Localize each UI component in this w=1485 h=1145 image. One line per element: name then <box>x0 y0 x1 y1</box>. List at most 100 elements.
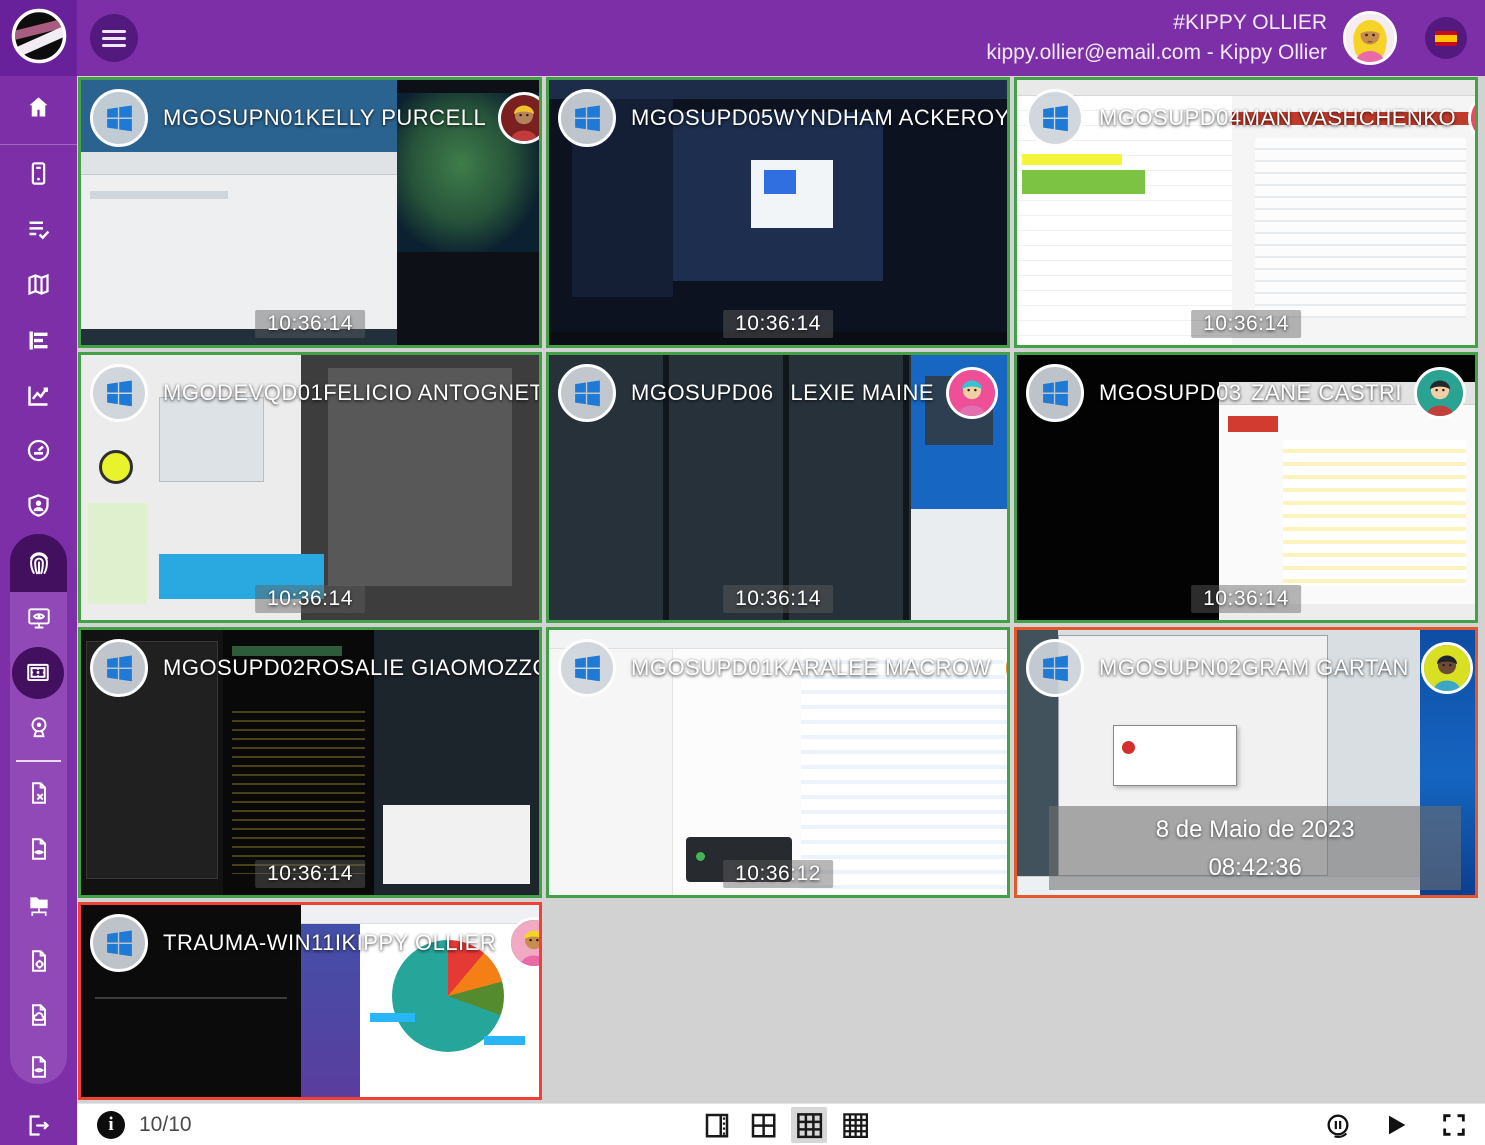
screens-grid: MGOSUPN01 KELLY PURCELL 10:36:14 MGOSUPD… <box>77 76 1485 1103</box>
language-flag-spain-icon <box>1435 31 1457 46</box>
user-name: MAN VASHCHENKO <box>1242 105 1456 131</box>
info-button[interactable]: i <box>97 1111 125 1139</box>
hamburger-menu-icon <box>102 26 126 51</box>
timestamp: 10:36:14 <box>723 310 833 338</box>
account-info: #KIPPY OLLIER kippy.ollier@email.com - K… <box>986 8 1327 69</box>
sidebar-item-hierarchy[interactable] <box>16 318 61 363</box>
app-logo-icon <box>11 8 67 69</box>
screen-tile[interactable]: MGOSUPN01 KELLY PURCELL 10:36:14 <box>78 77 542 348</box>
machine-name: MGOSUPD02 <box>163 655 306 681</box>
machine-name: MGOSUPD06 <box>631 380 774 406</box>
screens-mosaic-icon <box>25 660 51 686</box>
screen-tile[interactable]: MGOSUPD03 ZANE CASTRI 10:36:14 <box>1014 352 1478 623</box>
sidebar-item-file-settings[interactable] <box>16 938 61 983</box>
sidebar-item-security[interactable] <box>16 483 61 528</box>
sidebar-item-devices[interactable] <box>16 151 61 196</box>
tile-header: MGOSUPN01 KELLY PURCELL <box>90 88 530 148</box>
screenshot-art <box>911 509 1007 620</box>
user-avatar <box>1414 367 1466 419</box>
layout-main-plus-list-button[interactable] <box>699 1107 735 1143</box>
logout-icon <box>25 1112 52 1139</box>
play-icon <box>1382 1111 1410 1139</box>
layout-main-plus-list-icon <box>702 1110 732 1140</box>
timestamp: 10:36:14 <box>255 860 365 888</box>
user-name: KARALEE MACROW <box>774 655 991 681</box>
layout-4x4-icon <box>840 1110 870 1140</box>
screen-tile[interactable]: MGOSUPD02 ROSALIE GIAOMOZZO 10:36:14 <box>78 627 542 898</box>
screenshot-art <box>81 152 397 176</box>
user-name: KIPPY OLLIER <box>341 930 496 956</box>
tile-header: TRAUMA-WIN11I KIPPY OLLIER <box>90 913 530 973</box>
sidebar-item-file-view[interactable] <box>16 826 61 871</box>
sidebar-item-file-delete[interactable] <box>16 770 61 815</box>
screen-tile[interactable]: MGOSUPD06 LEXIE MAINE 10:36:14 <box>546 352 1010 623</box>
screenshot-art <box>95 997 287 999</box>
sidebar-item-analytics[interactable] <box>16 373 61 418</box>
gauge-icon <box>25 437 52 464</box>
top-header: #KIPPY OLLIER kippy.ollier@email.com - K… <box>0 0 1485 76</box>
sidebar-item-dashboard[interactable] <box>16 428 61 473</box>
header-user-avatar[interactable] <box>1343 11 1397 65</box>
windows-logo-icon <box>558 89 616 147</box>
screenshot-art <box>370 1013 416 1023</box>
layout-2x2-button[interactable] <box>745 1107 781 1143</box>
tile-header: MGOSUPD01 KARALEE MACROW <box>558 638 998 698</box>
screen-tile[interactable]: MGOSUPD01 KARALEE MACROW 10:36:12 <box>546 627 1010 898</box>
app-logo[interactable] <box>0 0 77 76</box>
user-name: GRAM GARTAN <box>1242 655 1409 681</box>
last-seen-date: 8 de Maio de 2023 <box>1049 816 1461 844</box>
home-icon <box>25 94 52 121</box>
screenshot-art <box>1255 138 1466 318</box>
screen-tile[interactable]: MGOSUPD05 WYNDHAM ACKEROYD 10:36:14 <box>546 77 1010 348</box>
windows-logo-icon <box>90 364 148 422</box>
sidebar-item-audit[interactable] <box>10 534 67 592</box>
webcam-icon <box>26 714 52 740</box>
language-selector-button[interactable] <box>1425 17 1467 59</box>
screenshot-art <box>1283 440 1466 586</box>
hamburger-menu-button[interactable] <box>90 14 138 62</box>
user-name: FELICIO ANTOGNETTI <box>323 380 542 406</box>
tile-header: MGOSUPD03 ZANE CASTRI <box>1026 363 1466 423</box>
fullscreen-button[interactable] <box>1437 1108 1471 1142</box>
sidebar-item-home[interactable] <box>16 85 61 130</box>
layout-4x4-button[interactable] <box>837 1107 873 1143</box>
file-view-icon <box>26 836 52 862</box>
file-preview-icon <box>26 1054 52 1080</box>
sidebar-item-screen-monitor[interactable] <box>16 595 61 640</box>
layout-3x3-button[interactable] <box>791 1107 827 1143</box>
fullscreen-icon <box>1440 1111 1468 1139</box>
sidebar-item-network-share[interactable] <box>16 882 61 927</box>
map-icon <box>25 271 52 298</box>
machine-name: MGOSUPN01 <box>163 105 306 131</box>
audit-submenu <box>10 592 67 1084</box>
sidebar-divider <box>0 144 77 145</box>
submenu-divider <box>16 760 61 762</box>
screen-tile[interactable]: MGOSUPN02 GRAM GARTAN 8 de Maio de 20230… <box>1014 627 1478 898</box>
pause-rotation-button[interactable] <box>1321 1108 1355 1142</box>
sidebar-item-file-cloud[interactable] <box>16 992 61 1037</box>
file-cloud-icon <box>26 1002 52 1028</box>
screen-tile[interactable]: TRAUMA-WIN11I KIPPY OLLIER <box>78 902 542 1100</box>
layout-3x3-icon <box>794 1110 824 1140</box>
screenshot-art <box>232 704 365 874</box>
machine-name: MGOSUPN02 <box>1099 655 1242 681</box>
sidebar-item-map[interactable] <box>16 262 61 307</box>
timestamp: 10:36:14 <box>723 585 833 613</box>
screenshot-art <box>484 1036 525 1046</box>
app-window: #KIPPY OLLIER kippy.ollier@email.com - K… <box>0 0 1485 1145</box>
sidebar-item-file-preview[interactable] <box>16 1044 61 1089</box>
file-delete-icon <box>26 780 52 806</box>
sidebar-item-tasks[interactable] <box>16 207 61 252</box>
tile-header: MGOSUPD04 MAN VASHCHENKO <box>1026 88 1466 148</box>
user-avatar <box>1421 642 1473 694</box>
play-button[interactable] <box>1379 1108 1413 1142</box>
layout-2x2-icon <box>748 1110 778 1140</box>
screen-tile[interactable]: MGOSUPD04 MAN VASHCHENKO 10:36:14 <box>1014 77 1478 348</box>
machine-name: MGOSUPD04 <box>1099 105 1242 131</box>
sidebar-item-webcam[interactable] <box>16 704 61 749</box>
account-name: kippy.ollier@email.com - Kippy Ollier <box>986 38 1327 68</box>
sidebar-item-screens-mosaic[interactable] <box>12 647 64 699</box>
windows-logo-icon <box>90 914 148 972</box>
screen-tile[interactable]: MGODEVQD01 FELICIO ANTOGNETTI 10:36:14 <box>78 352 542 623</box>
sidebar-item-logout[interactable] <box>16 1103 61 1145</box>
